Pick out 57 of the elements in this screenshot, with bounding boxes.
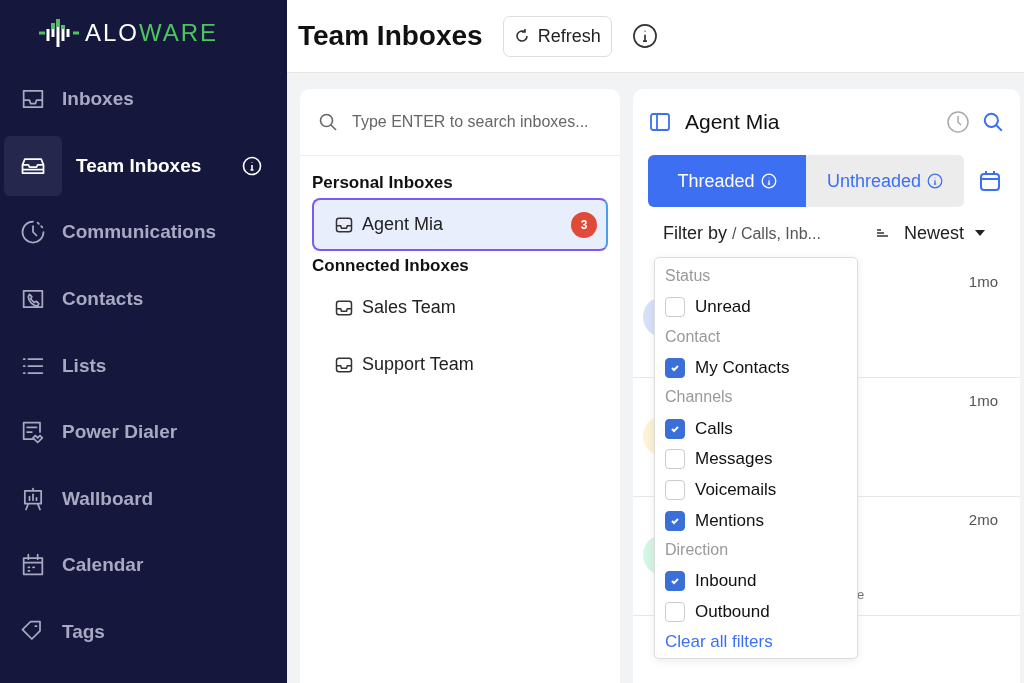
filter-group-heading: Direction bbox=[665, 540, 730, 561]
logo-text: ALO bbox=[84, 19, 139, 46]
nav-item[interactable]: Contacts bbox=[0, 265, 287, 333]
search-icon[interactable] bbox=[982, 111, 1004, 133]
refresh-button[interactable]: Refresh bbox=[502, 15, 612, 57]
nav-item[interactable]: Lists bbox=[0, 332, 287, 399]
info-icon[interactable] bbox=[631, 23, 658, 49]
time-ago: 2mo bbox=[968, 511, 998, 528]
info-icon bbox=[927, 173, 944, 189]
inbox-title: Agent Mia bbox=[685, 110, 781, 134]
view-tab[interactable]: Unthreaded bbox=[806, 155, 964, 207]
calendar-icon[interactable] bbox=[978, 169, 1002, 193]
caret-icon bbox=[974, 229, 986, 237]
checkbox-label[interactable]: Voicemails bbox=[695, 480, 777, 501]
nav-item[interactable]: Inboxes bbox=[0, 66, 287, 133]
section-heading: Connected Inboxes bbox=[312, 256, 470, 276]
inbox-item[interactable]: Sales Team bbox=[312, 281, 608, 334]
inbox-item[interactable]: Agent Mia 3 bbox=[312, 198, 608, 251]
time-ago: 1mo bbox=[968, 392, 998, 409]
checkbox[interactable] bbox=[665, 358, 685, 379]
nav-item[interactable]: Team Inboxes bbox=[0, 132, 287, 200]
sidebar-toggle-icon[interactable] bbox=[649, 111, 671, 133]
unread-count-badge: 3 bbox=[571, 211, 597, 238]
checkbox-label[interactable]: My Contacts bbox=[695, 358, 790, 379]
nav-item[interactable]: Wallboard bbox=[0, 465, 287, 533]
checkbox-label[interactable]: Inbound bbox=[695, 571, 757, 592]
checkbox-label[interactable]: Mentions bbox=[695, 510, 764, 531]
clock-icon[interactable] bbox=[946, 110, 970, 134]
checkbox[interactable] bbox=[665, 510, 685, 531]
search-field[interactable]: Type ENTER to search inboxes... bbox=[300, 89, 620, 156]
checkbox[interactable] bbox=[665, 418, 685, 439]
message-snippet: e bbox=[857, 587, 865, 602]
section-heading: Personal Inboxes bbox=[312, 173, 454, 193]
logo-text: WARE bbox=[138, 19, 219, 46]
info-icon bbox=[760, 173, 777, 189]
filter-group-heading: Channels bbox=[665, 387, 734, 408]
search-icon bbox=[318, 112, 338, 132]
checkbox[interactable] bbox=[665, 571, 685, 592]
time-ago: 1mo bbox=[968, 273, 998, 290]
checkbox-label[interactable]: Outbound bbox=[695, 602, 770, 623]
checkbox-label[interactable]: Messages bbox=[695, 449, 773, 470]
nav-item[interactable]: Calendar bbox=[0, 532, 287, 599]
filter-group-heading: Contact bbox=[665, 326, 722, 347]
view-tab[interactable]: Threaded bbox=[648, 155, 806, 207]
checkbox-label[interactable]: Unread bbox=[695, 297, 751, 318]
filter-group-heading: Status bbox=[665, 266, 712, 286]
sort-dropdown[interactable]: Newest bbox=[903, 222, 986, 244]
clear-filters-link[interactable]: Clear all filters bbox=[665, 631, 857, 652]
refresh-icon bbox=[513, 28, 530, 44]
nav-item[interactable]: Power Dialer bbox=[0, 398, 287, 466]
inbox-item[interactable]: Support Team bbox=[312, 338, 608, 391]
sort-icon bbox=[875, 227, 890, 239]
nav-item[interactable]: Tags bbox=[0, 598, 287, 666]
page-title: Team Inboxes bbox=[298, 20, 483, 52]
filter-dropdown[interactable]: Filter by / Calls, Inb... bbox=[663, 222, 876, 244]
nav-item[interactable]: Communications bbox=[0, 199, 287, 266]
checkbox-label[interactable]: Calls bbox=[695, 418, 733, 439]
